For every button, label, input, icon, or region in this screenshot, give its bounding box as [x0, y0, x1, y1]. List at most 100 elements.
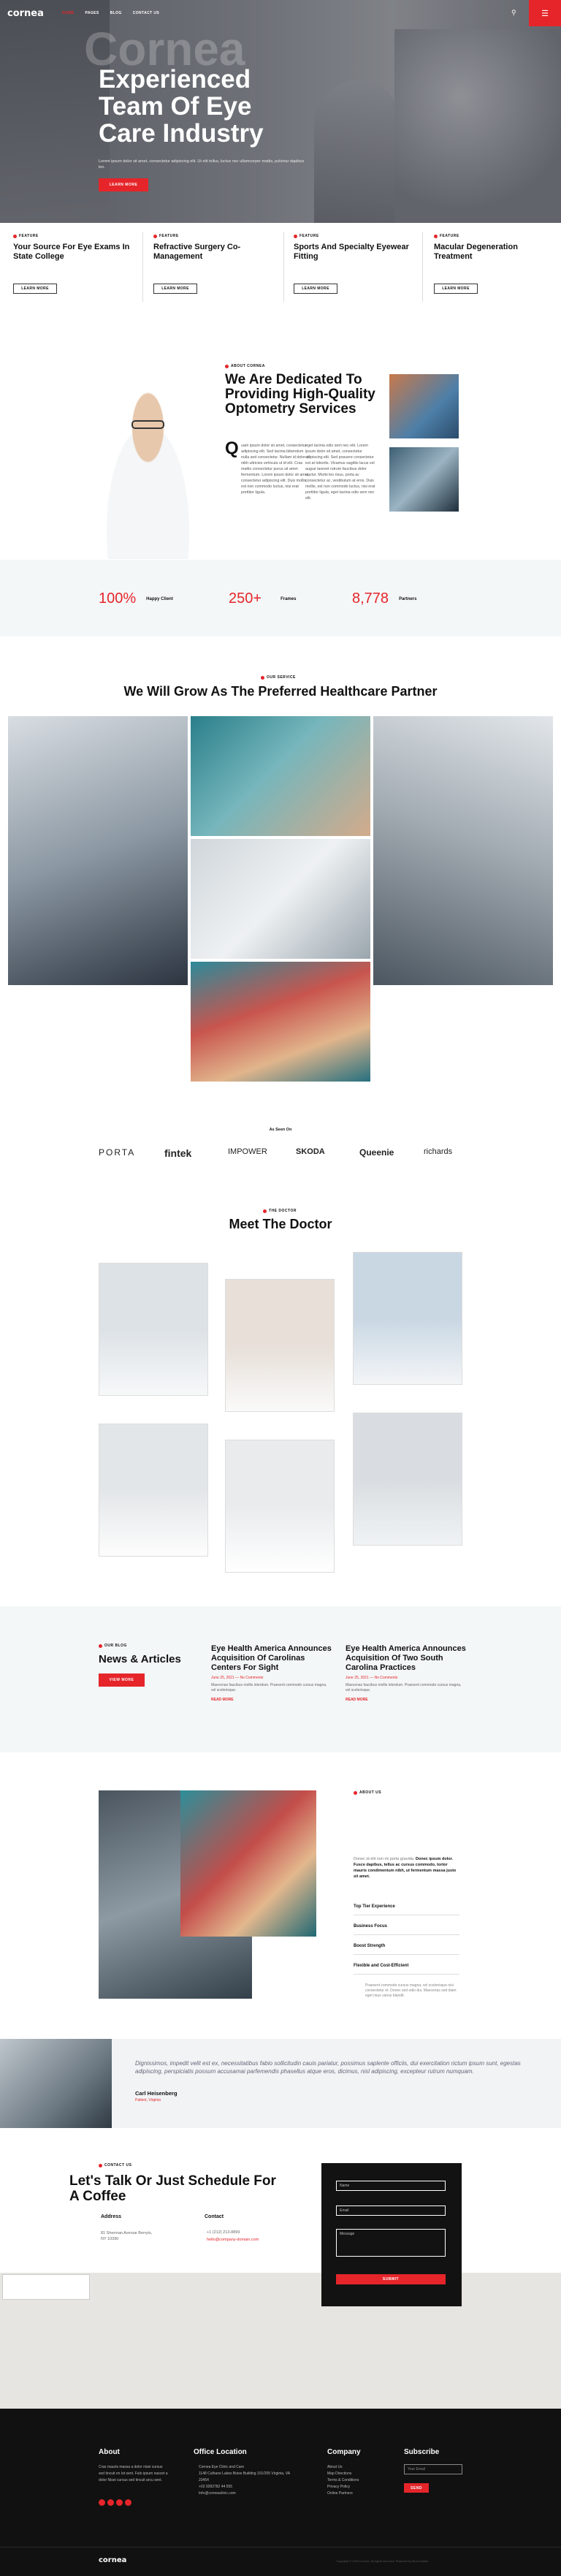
hero-title-line: Experienced	[99, 65, 251, 94]
post-title[interactable]: Eye Health America Announces Acquisition…	[211, 1644, 332, 1673]
brand-logo: Queenie	[359, 1147, 394, 1158]
feature-tag: FEATURE	[13, 234, 137, 238]
about-paragraph-2: eget lacinia odio sem nec elit. Lorem ip…	[305, 444, 375, 501]
post-excerpt: Maecenas faucibus mollis interdum. Praes…	[211, 1683, 327, 1692]
gallery-photo-5[interactable]	[191, 962, 370, 1082]
news-view-more-button[interactable]: VIEW MORE	[99, 1673, 145, 1687]
submit-button[interactable]: SUBMIT	[336, 2274, 446, 2284]
address-heading: Address	[101, 2214, 122, 2219]
contact-email[interactable]: hello@company-domain.com	[207, 2238, 259, 2242]
youtube-icon[interactable]	[125, 2499, 131, 2506]
office-email[interactable]: Info@corneaclinic.com	[199, 2490, 301, 2497]
brand-logo: richards	[424, 1147, 453, 1156]
about2-photo-front	[180, 1790, 316, 1937]
office-phone[interactable]: +02 9282782 44 555	[199, 2484, 301, 2490]
news-post[interactable]: Eye Health America Announces Acquisition…	[346, 1644, 466, 1702]
post-excerpt: Maecenas faucibus mollis interdum. Praes…	[346, 1683, 462, 1692]
social-links	[99, 2499, 131, 2506]
feature-learn-more-button[interactable]: LEARN MORE	[13, 284, 57, 294]
feature-learn-more-button[interactable]: LEARN MORE	[294, 284, 337, 294]
subscribe-button[interactable]: SEND	[404, 2483, 429, 2493]
footer-link[interactable]: Map Directions	[327, 2471, 359, 2477]
doctors-title: Meet The Doctor	[229, 1217, 332, 1231]
hero-title-line: Care Industry	[99, 119, 264, 148]
footer-office-heading: Office Location	[194, 2448, 247, 2456]
contact-phone[interactable]: +1 (212) 213-8899	[207, 2230, 240, 2235]
brand-logo: IMPOWER	[228, 1147, 267, 1156]
doctor-card[interactable]	[225, 1279, 335, 1412]
feature-tag: FEATURE	[294, 234, 418, 238]
post-title[interactable]: Eye Health America Announces Acquisition…	[346, 1644, 466, 1673]
nav-pages[interactable]: PAGES	[85, 11, 99, 15]
copyright: Copyright © 2023 Cornea. All rights rese…	[336, 2559, 430, 2563]
nav-blog[interactable]: BLOG	[110, 11, 122, 15]
clients-heading: As Seen On	[269, 1128, 292, 1132]
about2-list-item[interactable]: Boost Strength	[354, 1944, 385, 1948]
read-more-link[interactable]: READ MORE	[211, 1698, 332, 1702]
hero-title: Experienced Team Of Eye Care Industry	[99, 66, 264, 147]
doctor-card[interactable]	[225, 1440, 335, 1573]
email-field[interactable]: Email	[336, 2205, 446, 2216]
footer-about-text: Cras mauris massa a dolor nisei cursus s…	[99, 2465, 168, 2482]
feature-title: Your Source For Eye Exams In State Colle…	[13, 243, 130, 261]
stat-item: 8,778 Partners	[352, 590, 416, 607]
search-icon[interactable]: ⚲	[511, 9, 516, 17]
feature-card: FEATURE Your Source For Eye Exams In Sta…	[13, 234, 137, 307]
stat-value: 250+	[229, 590, 262, 607]
footer-link[interactable]: Online Partners	[327, 2490, 359, 2497]
news-post[interactable]: Eye Health America Announces Acquisition…	[211, 1644, 332, 1702]
divider	[283, 232, 284, 302]
gallery-photo-3[interactable]	[191, 839, 370, 959]
read-more-link[interactable]: READ MORE	[346, 1698, 466, 1702]
feature-learn-more-button[interactable]: LEARN MORE	[434, 284, 478, 294]
divider	[422, 232, 423, 302]
menu-icon[interactable]: ☰	[529, 0, 561, 26]
footer-link[interactable]: About Us	[327, 2464, 359, 2471]
message-field[interactable]: Message	[336, 2229, 446, 2257]
feature-title: Refractive Surgery Co-Management	[153, 243, 241, 261]
twitter-icon[interactable]	[107, 2499, 114, 2506]
main-nav: HOME PAGES BLOG CONTACT US	[62, 11, 170, 15]
divider	[142, 232, 143, 302]
about2-intro-text: Donec id elit non mi porta gravida.	[354, 1857, 415, 1861]
nav-home[interactable]: HOME	[62, 11, 75, 15]
testimonial-role: Patient, Virginia	[135, 2098, 161, 2102]
doctor-card[interactable]	[353, 1252, 462, 1385]
doctor-card[interactable]	[99, 1263, 208, 1396]
company-links: About Us Map Directions Terms & Conditio…	[327, 2464, 359, 2497]
instagram-icon[interactable]	[116, 2499, 123, 2506]
services-title: We Will Grow As The Preferred Healthcare…	[123, 684, 438, 699]
feature-learn-more-button[interactable]: LEARN MORE	[153, 284, 197, 294]
testimonial-name: Carl Heisenberg	[135, 2090, 178, 2097]
footer-logo[interactable]: cornea	[99, 2556, 126, 2564]
news-tag: OUR BLOG	[99, 1644, 127, 1648]
about-tag: ABOUT CORNEA	[225, 364, 265, 368]
post-meta: June 25, 2021 — No Comments	[211, 1676, 264, 1680]
feature-card: FEATURE Macular Degeneration Treatment L…	[434, 234, 558, 307]
about2-list-item[interactable]: Top Tier Experience	[354, 1904, 395, 1909]
logo[interactable]: cornea	[7, 8, 44, 19]
gallery-photo-1[interactable]	[8, 716, 188, 985]
about2-list-item[interactable]: Flexible and Cost-Efficient	[354, 1964, 408, 1968]
address-text: 81 Sherman Avenue Berryts, NY 10390	[101, 2231, 153, 2241]
subscribe-email-input[interactable]: Your Email	[404, 2464, 462, 2474]
about2-intro: Donec id elit non mi porta gravida. Done…	[354, 1856, 459, 1880]
about-dropcap: Q	[225, 438, 239, 458]
doctors-tag: THE DOCTOR	[263, 1209, 297, 1213]
about2-list-item[interactable]: Business Focus	[354, 1924, 387, 1929]
footer-subscribe-heading: Subscribe	[404, 2448, 440, 2456]
map-info-box[interactable]	[2, 2274, 90, 2300]
doctor-card[interactable]	[99, 1424, 208, 1557]
hero-title-line: Team Of Eye	[99, 92, 252, 121]
testimonial-quote: Dignissimos, impedit velit est ex, neces…	[135, 2060, 521, 2075]
hero-cta-button[interactable]: LEARN MORE	[99, 178, 148, 191]
gallery-photo-4[interactable]	[373, 716, 553, 985]
footer-link[interactable]: Privacy Policy	[327, 2484, 359, 2490]
doctor-card[interactable]	[353, 1413, 462, 1546]
nav-contact[interactable]: CONTACT US	[133, 11, 159, 15]
name-field[interactable]: Name	[336, 2181, 446, 2191]
footer-link[interactable]: Terms & Conditions	[327, 2477, 359, 2484]
stat-label: Frames	[280, 596, 297, 601]
gallery-photo-2[interactable]	[191, 716, 370, 836]
facebook-icon[interactable]	[99, 2499, 105, 2506]
